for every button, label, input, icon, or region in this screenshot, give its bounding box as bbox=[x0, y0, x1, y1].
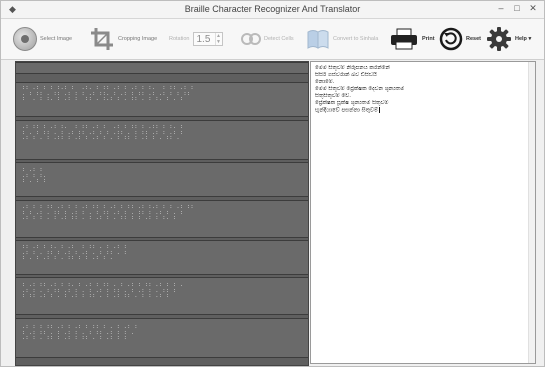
window-controls: – □ ✕ bbox=[496, 3, 538, 14]
reset-label: Reset bbox=[466, 36, 481, 42]
convert-to-sinhala-label: Convert to Sinhala bbox=[333, 36, 379, 42]
output-line: මෙම සිතුවම් ප්‍රේක්ෂක දෙවන ශුන්‍යතම bbox=[315, 86, 405, 92]
text-scrollbar[interactable] bbox=[528, 62, 535, 363]
select-image-label: Select Image bbox=[40, 36, 73, 42]
braille-dots: .: : : :: .: : : .: :: : .: : :: .: :.: … bbox=[22, 205, 195, 221]
detect-cells-icon bbox=[241, 32, 261, 46]
title-bar: ◆ Braille Character Recognizer And Trans… bbox=[1, 1, 544, 19]
toolbar: Select Image Cropping Image Rotation 1.5… bbox=[1, 19, 544, 60]
cropping-image-button[interactable]: Cropping Image bbox=[89, 24, 157, 54]
braille-row-band bbox=[16, 62, 308, 74]
braille-dots: :: .: : :. : .: : :: . : .: : .: : . :: … bbox=[22, 245, 128, 261]
output-line-last: භූන්දියාවේ පසන්නා සිතුවම් bbox=[311, 107, 535, 114]
close-button[interactable]: ✕ bbox=[528, 3, 538, 14]
rotation-value: 1.5 bbox=[196, 33, 211, 45]
window-title: Braille Character Recognizer And Transla… bbox=[184, 4, 361, 14]
output-line: සිසිර් ගස්වරාන් බව ඩිසිඩයි bbox=[315, 72, 377, 78]
camera-lens-icon bbox=[13, 27, 37, 51]
minimize-button[interactable]: – bbox=[496, 3, 506, 14]
rotation-spinner[interactable]: 1.5 ▲ ▼ bbox=[192, 32, 223, 46]
braille-dots: :: .: : : :.: : .:. : :: .: : .: : :. : … bbox=[22, 86, 195, 102]
braille-dots: : .: :: .: : :. : .: : :: . : .: : :: .:… bbox=[22, 283, 184, 299]
crop-icon bbox=[89, 26, 115, 52]
print-label: Print bbox=[422, 36, 435, 42]
convert-to-sinhala-button[interactable]: Convert to Sinhala bbox=[306, 24, 378, 54]
braille-dots: .: :: : .: :. : :: .: : .: : :: : .:: : … bbox=[22, 125, 184, 141]
output-line: මෙම සිතුවම් නිරූපනය කරන්නේ bbox=[315, 65, 390, 71]
braille-dots: : .: : .: : :. : . : : bbox=[22, 168, 47, 184]
spinner-arrows-icon[interactable]: ▲ ▼ bbox=[214, 33, 222, 45]
select-image-button[interactable]: Select Image bbox=[13, 24, 72, 54]
rotation-label: Rotation bbox=[169, 36, 190, 42]
help-label: Help ▾ bbox=[515, 36, 532, 42]
maximize-button[interactable]: □ bbox=[512, 3, 522, 14]
detect-cells-label: Detect Cells bbox=[264, 36, 294, 42]
print-button[interactable]: Print bbox=[389, 24, 435, 54]
reset-icon bbox=[439, 27, 463, 51]
text-caret bbox=[378, 107, 380, 113]
braille-image-panel[interactable]: :: .: : : :.: : .:. : :: .: : .: : :. : … bbox=[15, 61, 309, 366]
output-line-text: භූන්දියාවේ පසන්නා සිතුවම් bbox=[315, 107, 378, 114]
rotation-control: Rotation 1.5 ▲ ▼ bbox=[169, 24, 223, 54]
printer-icon bbox=[389, 28, 419, 50]
translation-output-textarea[interactable]: මෙම සිතුවම් නිරූපනය කරන්නේ සිසිර් ගස්වරා… bbox=[310, 61, 536, 364]
cropping-image-label: Cropping Image bbox=[118, 36, 158, 42]
output-line: නොමේ. bbox=[315, 79, 335, 85]
gear-icon bbox=[486, 26, 512, 52]
help-menu-button[interactable]: Help ▾ bbox=[486, 24, 531, 54]
detect-cells-button[interactable]: Detect Cells bbox=[241, 24, 294, 54]
open-book-icon bbox=[306, 28, 330, 50]
reset-button[interactable]: Reset bbox=[439, 24, 481, 54]
app-window: ◆ Braille Character Recognizer And Trans… bbox=[0, 0, 545, 367]
output-line: සිතුසිතුවම් වේ. bbox=[315, 93, 351, 99]
braille-dots: .: : : :: .: : .: : :: : . : .: : : .: :… bbox=[22, 325, 138, 341]
output-line: ප්‍රේක්ෂක සූක්ෂ ශුන්‍යතම සිතුවම් bbox=[315, 100, 389, 106]
